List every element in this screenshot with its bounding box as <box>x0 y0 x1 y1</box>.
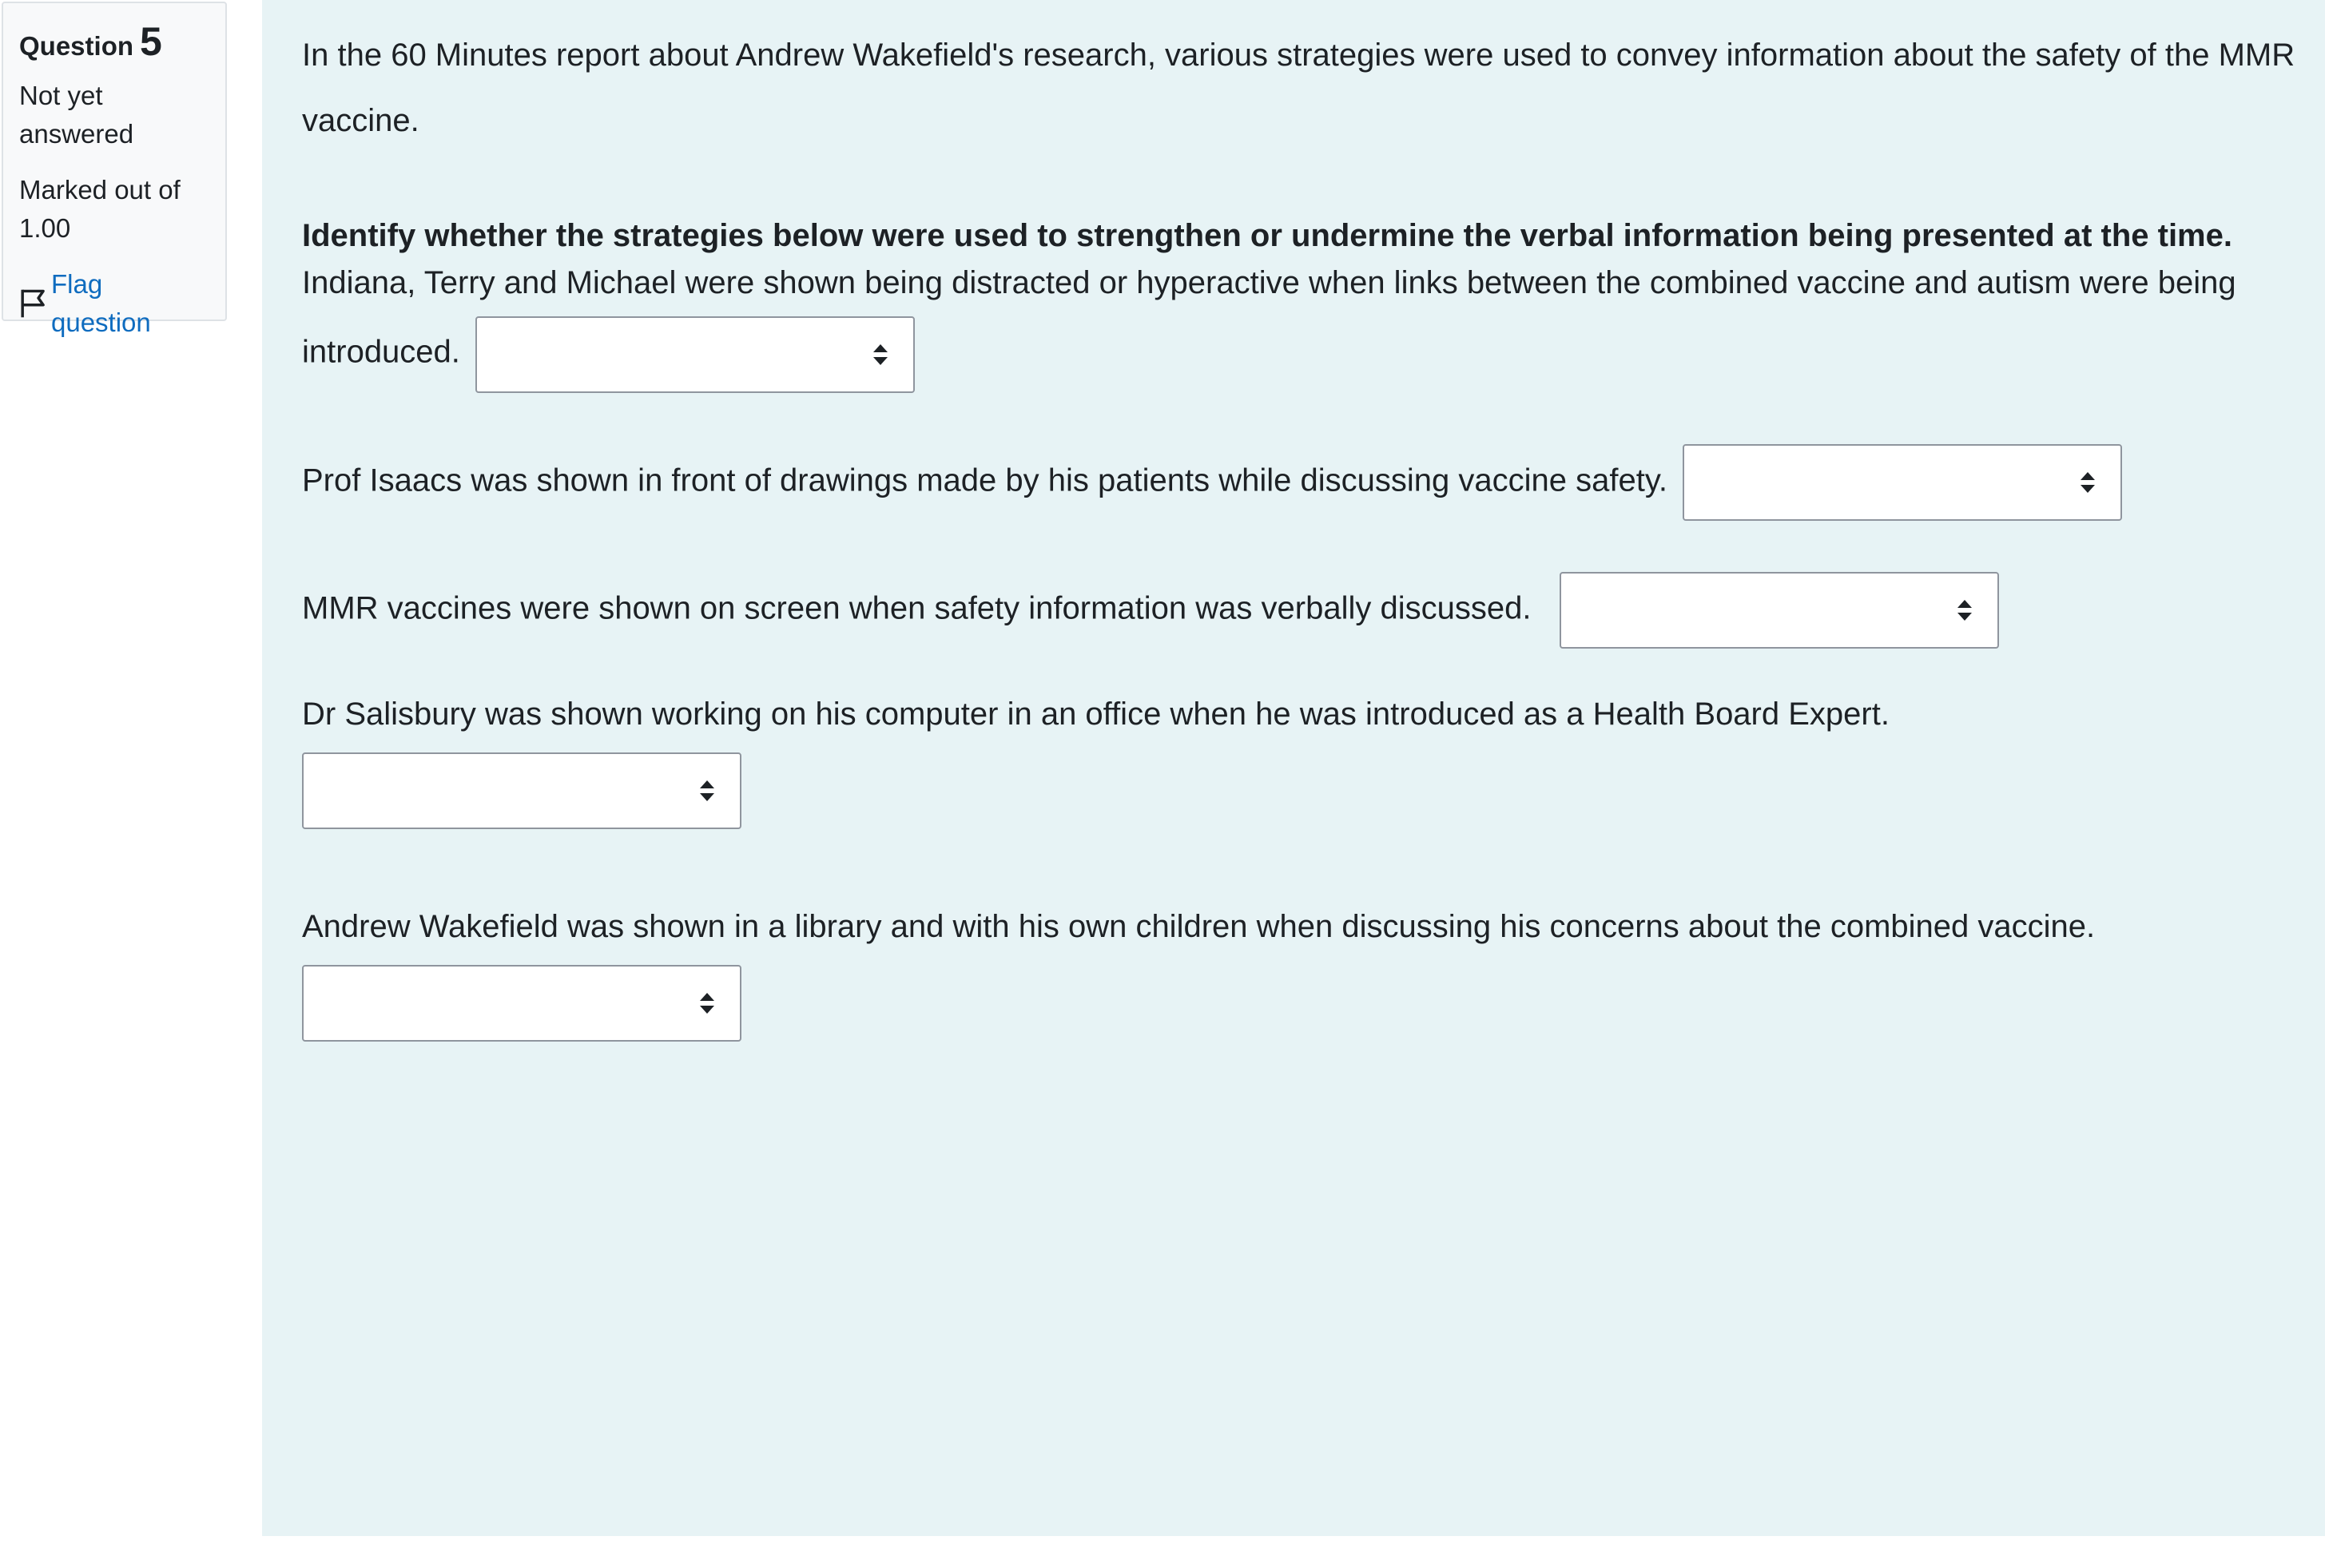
sort-arrows-icon <box>1957 600 1972 621</box>
sub-question-text: MMR vaccines were shown on screen when s… <box>302 590 1532 626</box>
sub-question-text: Andrew Wakefield was shown in a library … <box>302 909 2096 944</box>
select-row <box>302 752 2306 829</box>
sub-question-4: Dr Salisbury was shown working on his co… <box>302 682 2306 829</box>
quiz-page: Question 5 Not yet answered Marked out of… <box>0 0 2325 1568</box>
sub-question-text: Prof Isaacs was shown in front of drawin… <box>302 462 1667 498</box>
answer-select-4[interactable] <box>302 752 741 829</box>
sort-arrows-icon <box>700 993 714 1014</box>
answer-select-1[interactable] <box>475 316 916 393</box>
question-number-heading: Question 5 <box>19 18 209 70</box>
flag-question-label: Flag question <box>50 269 151 337</box>
sub-question-2: Prof Isaacs was shown in front of drawin… <box>302 444 2306 521</box>
sub-question-1: Indiana, Terry and Michael were shown be… <box>302 251 2306 393</box>
question-content: In the 60 Minutes report about Andrew Wa… <box>262 0 2325 1536</box>
flag-icon <box>21 289 45 318</box>
answer-select-5[interactable] <box>302 965 741 1042</box>
sort-arrows-icon <box>873 344 888 365</box>
flag-question-link[interactable]: Flag question <box>19 265 209 342</box>
sub-question-5: Andrew Wakefield was shown in a library … <box>302 895 2306 1042</box>
question-info-panel: Question 5 Not yet answered Marked out of… <box>2 2 227 337</box>
answer-select-2[interactable] <box>1683 444 2123 521</box>
question-grade: Marked out of 1.00 <box>19 175 181 243</box>
select-row <box>302 965 2306 1042</box>
question-label: Question <box>19 31 134 61</box>
question-state: Not yet answered <box>19 81 134 149</box>
sub-question-text: Dr Salisbury was shown working on his co… <box>302 697 1890 732</box>
sub-question-3: MMR vaccines were shown on screen when s… <box>302 572 2306 649</box>
question-intro: In the 60 Minutes report about Andrew Wa… <box>302 38 2295 138</box>
sort-arrows-icon <box>2081 472 2096 493</box>
question-number: 5 <box>140 19 162 64</box>
answer-select-3[interactable] <box>1559 572 1999 649</box>
sort-arrows-icon <box>700 780 714 801</box>
